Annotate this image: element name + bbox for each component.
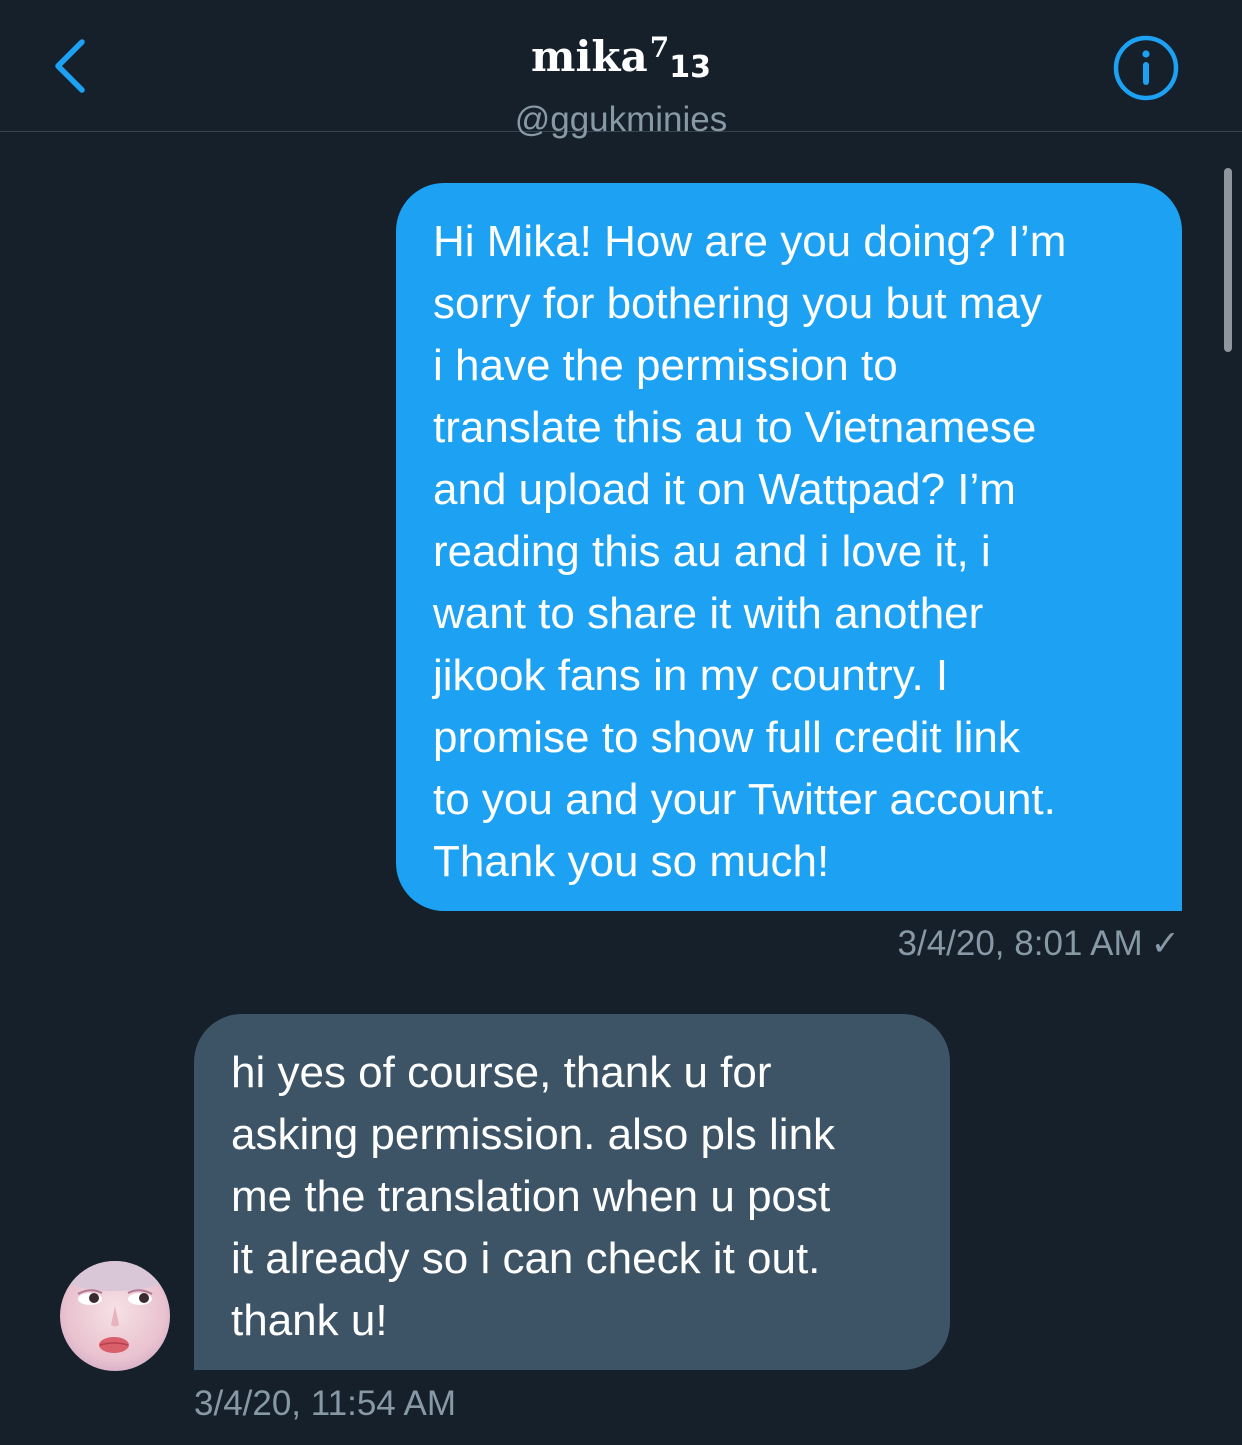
- avatar[interactable]: [60, 1261, 170, 1371]
- display-name-subscript: 13: [669, 50, 711, 85]
- user-handle: @ggukminies: [514, 100, 728, 139]
- info-button[interactable]: [1112, 34, 1180, 102]
- conversation-title: mika713: [0, 22, 1242, 94]
- timestamp-text: 3/4/20, 8:01 AM: [897, 924, 1143, 963]
- outgoing-message-bubble[interactable]: Hi Mika! How are you doing? I’m sorry fo…: [396, 183, 1182, 911]
- checkmark-icon: ✓: [1150, 924, 1180, 963]
- outgoing-message-timestamp: 3/4/20, 8:01 AM ✓: [700, 922, 1181, 966]
- conversation-title-block[interactable]: mika713 @ggukminies: [0, 22, 1242, 142]
- scrollbar-thumb[interactable]: [1224, 168, 1232, 352]
- incoming-message-bubble[interactable]: hi yes of course, thank u for asking per…: [194, 1014, 950, 1370]
- avatar-image: [60, 1261, 170, 1371]
- conversation-header: mika713 @ggukminies: [0, 0, 1242, 139]
- incoming-message-timestamp: 3/4/20, 11:54 AM: [194, 1384, 457, 1423]
- display-name: mika: [531, 32, 648, 81]
- display-name-superscript: 7: [649, 31, 670, 64]
- info-circle-icon: [1113, 35, 1179, 101]
